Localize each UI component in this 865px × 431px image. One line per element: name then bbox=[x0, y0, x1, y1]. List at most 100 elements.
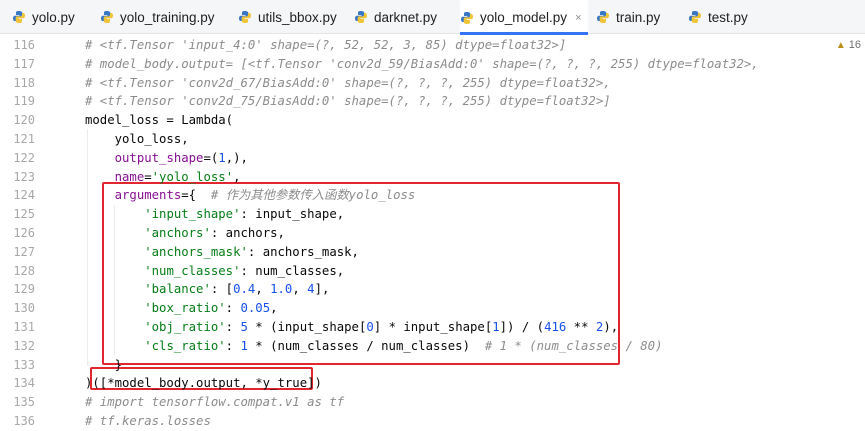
code-token: } bbox=[85, 357, 123, 372]
line-number: 120 bbox=[13, 113, 35, 128]
tab-label: yolo_model.py bbox=[480, 10, 568, 25]
code-token: ={ bbox=[181, 188, 211, 203]
code-string: 'anchors' bbox=[144, 226, 211, 240]
line-number: 125 bbox=[13, 207, 35, 222]
tab-darknet-py[interactable]: darknet.py bbox=[354, 0, 437, 34]
code-comment: # 1 * (num_classes / 80) bbox=[484, 338, 663, 353]
python-file-icon bbox=[461, 11, 473, 24]
code-token: = bbox=[144, 169, 152, 184]
code-text: )([*model_body.output, *y_true]) bbox=[85, 374, 322, 393]
code-text: name='yolo_loss', bbox=[85, 168, 241, 187]
code-line: 125 'input_shape': input_shape, bbox=[0, 205, 865, 224]
code-line: 126 'anchors': anchors, bbox=[0, 224, 865, 243]
python-file-icon bbox=[597, 11, 609, 23]
code-number: 416 bbox=[544, 320, 567, 334]
tab-yolo-training-py[interactable]: yolo_training.py bbox=[100, 0, 215, 34]
line-number: 118 bbox=[13, 75, 35, 90]
code-string: 'yolo_loss' bbox=[151, 169, 234, 184]
code-line: 119 # <tf.Tensor 'conv2d_75/BiasAdd:0' sh… bbox=[0, 92, 865, 111]
code-string: 'num_classes' bbox=[144, 263, 241, 278]
code-token: yolo_loss, bbox=[85, 132, 189, 146]
line-number: 117 bbox=[13, 56, 35, 71]
tab-yolo-model-py[interactable]: yolo_model.py × bbox=[460, 0, 588, 35]
code-token: : bbox=[225, 338, 241, 353]
editor-tab-bar: yolo.py yolo_training.py utils_bbox.py dark… bbox=[0, 0, 865, 35]
code-text: # model_body.output= [<tf.Tensor 'conv2d… bbox=[85, 55, 759, 74]
tab-label: utils_bbox.py bbox=[258, 9, 337, 25]
code-text: # <tf.Tensor 'input_4:0' shape=(?, 52, 5… bbox=[85, 36, 566, 55]
code-line: 134)([*model_body.output, *y_true]) bbox=[0, 374, 865, 393]
code-comment: # <tf.Tensor 'conv2d_75/BiasAdd:0' shape… bbox=[85, 94, 611, 109]
code-text: 'obj_ratio': 5 * (input_shape[0] * input… bbox=[85, 318, 618, 337]
code-text: } bbox=[85, 356, 122, 375]
tab-label: darknet.py bbox=[374, 9, 438, 25]
code-number: 5 bbox=[240, 320, 248, 334]
code-text: 'box_ratio': 0.05, bbox=[85, 299, 278, 318]
line-number: 135 bbox=[13, 395, 35, 410]
line-number: 116 bbox=[13, 38, 35, 52]
code-string: 'obj_ratio' bbox=[144, 320, 226, 334]
code-text: # import tensorflow.compat.v1 as tf bbox=[85, 393, 344, 412]
code-number: 0.4 bbox=[233, 282, 256, 297]
line-number: 121 bbox=[13, 132, 35, 146]
tab-label: train.py bbox=[616, 9, 661, 25]
code-token: , bbox=[255, 282, 271, 297]
tab-label: yolo_training.py bbox=[120, 9, 215, 25]
code-line: 122 output_shape=(1,), bbox=[0, 149, 865, 168]
python-file-icon bbox=[13, 11, 25, 23]
line-number: 133 bbox=[13, 357, 35, 372]
code-text: 'balance': [0.4, 1.0, 4], bbox=[85, 280, 329, 299]
code-text: arguments={ # 作为其他参数传入函数yolo_loss bbox=[85, 186, 416, 205]
python-file-icon bbox=[101, 11, 113, 23]
line-number: 119 bbox=[13, 94, 35, 109]
code-line: 121 yolo_loss, bbox=[0, 130, 865, 149]
code-string: 'balance' bbox=[144, 282, 211, 297]
code-token: ]) / ( bbox=[499, 320, 545, 334]
code-keyword-arg: output_shape bbox=[114, 150, 204, 165]
code-token: ), bbox=[603, 320, 619, 334]
code-token: , bbox=[270, 301, 278, 316]
python-file-icon bbox=[689, 11, 701, 23]
tab-yolo-py[interactable]: yolo.py bbox=[12, 0, 75, 34]
line-number: 129 bbox=[13, 282, 35, 297]
code-line: 117 # model_body.output= [<tf.Tensor 'con… bbox=[0, 55, 865, 74]
code-text: 'anchors': anchors, bbox=[85, 224, 285, 243]
python-file-icon bbox=[239, 11, 251, 23]
line-number: 126 bbox=[13, 226, 35, 240]
code-token: , bbox=[233, 169, 241, 184]
code-token: : num_classes, bbox=[240, 263, 345, 278]
tab-test-py[interactable]: test.py bbox=[688, 0, 748, 34]
tab-utils-bbox-py[interactable]: utils_bbox.py bbox=[238, 0, 337, 34]
code-line: 133 } bbox=[0, 356, 865, 375]
code-text: 'anchors_mask': anchors_mask, bbox=[85, 243, 359, 262]
code-number: 1 bbox=[492, 320, 500, 334]
code-token: * (input_shape[ bbox=[247, 320, 367, 334]
code-editor[interactable]: ▲ 16 116 # <tf.Tensor 'input_4:0' shape=(?… bbox=[0, 35, 865, 428]
code-keyword-arg: arguments bbox=[114, 188, 182, 203]
code-line: 132 'cls_ratio': 1 * (num_classes / num_… bbox=[0, 337, 865, 356]
code-line: 118 # <tf.Tensor 'conv2d_67/BiasAdd:0' sh… bbox=[0, 74, 865, 93]
code-line: 131 'obj_ratio': 5 * (input_shape[0] * i… bbox=[0, 318, 865, 337]
close-tab-icon[interactable]: × bbox=[575, 12, 581, 24]
code-comment: # <tf.Tensor 'conv2d_67/BiasAdd:0' shape… bbox=[85, 75, 611, 90]
tab-label: yolo.py bbox=[32, 9, 75, 25]
code-line: 116 # <tf.Tensor 'input_4:0' shape=(?, 52… bbox=[0, 36, 865, 55]
code-token: , bbox=[292, 282, 308, 297]
tab-train-py[interactable]: train.py bbox=[596, 0, 660, 34]
code-token: ] * input_shape[ bbox=[373, 320, 493, 334]
code-text: yolo_loss, bbox=[85, 130, 189, 149]
code-token: ], bbox=[314, 282, 330, 297]
code-comment: # import tensorflow.compat.v1 as tf bbox=[85, 395, 345, 410]
code-number: 1.0 bbox=[270, 282, 293, 297]
code-number: 0 bbox=[366, 320, 374, 334]
code-text: # tf.keras.losses bbox=[85, 412, 211, 431]
code-token: : anchors, bbox=[210, 226, 285, 240]
